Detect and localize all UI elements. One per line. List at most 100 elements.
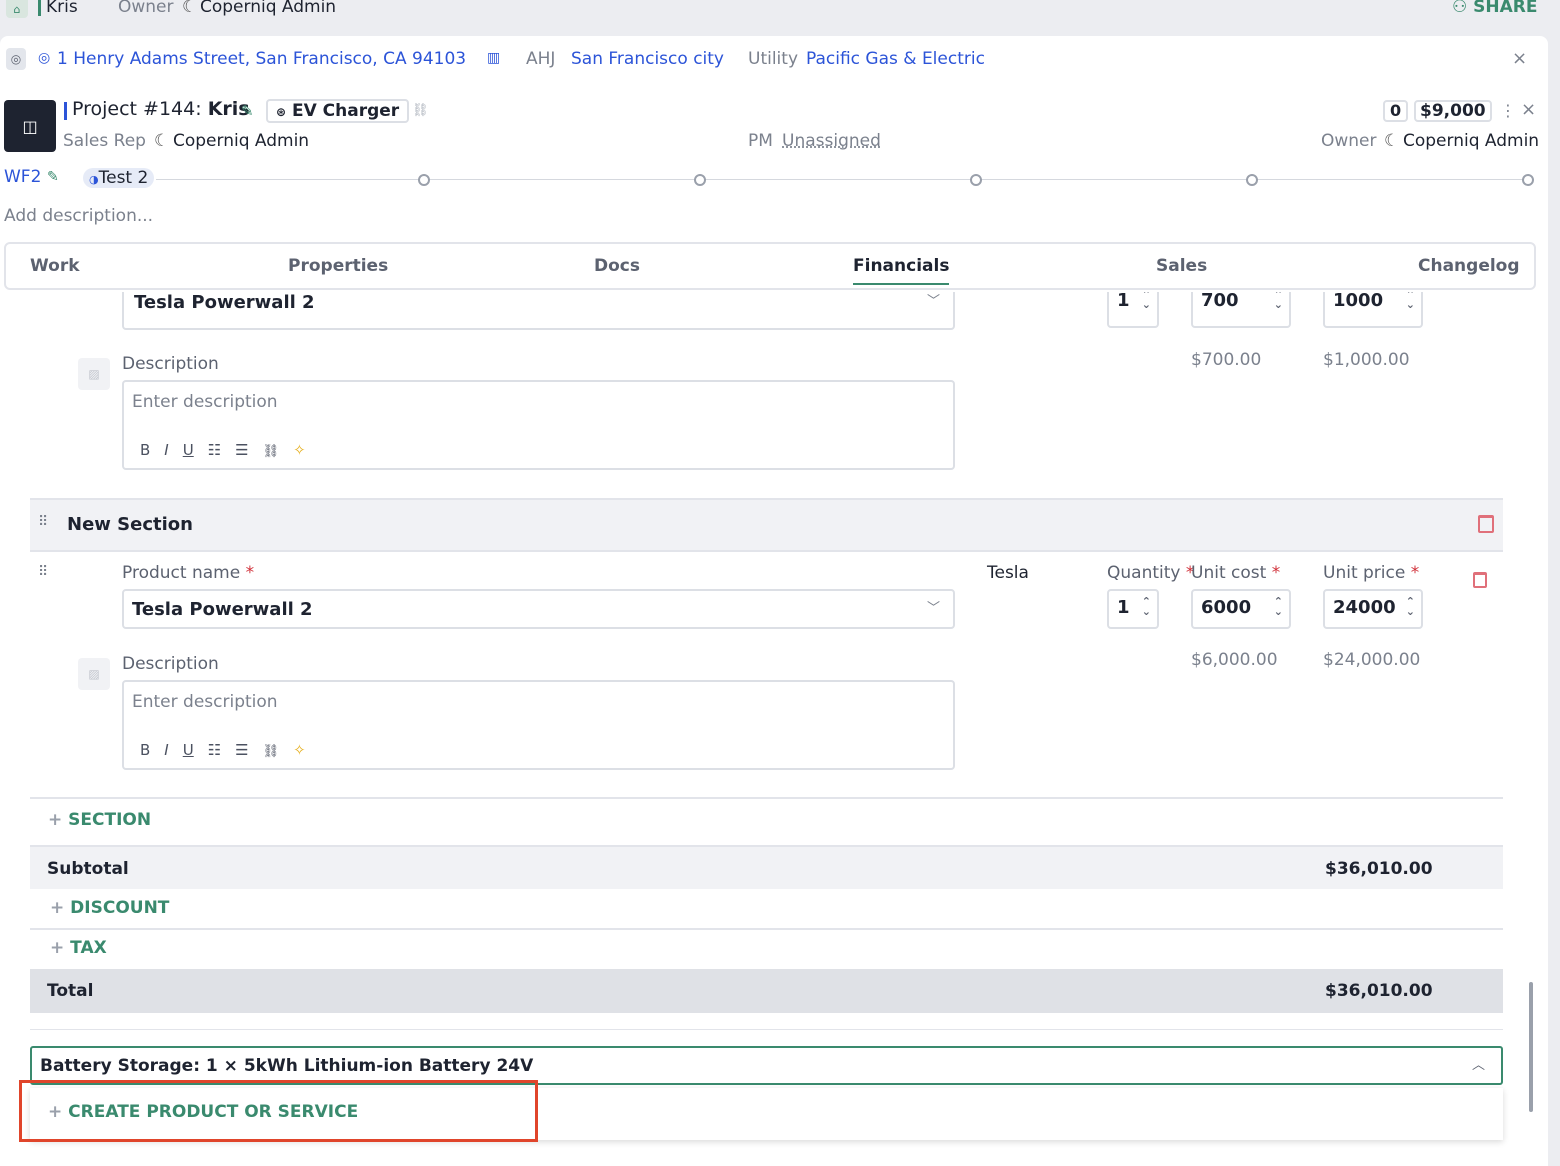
ahj-link[interactable]: San Francisco city [571, 49, 724, 69]
add-section-button[interactable]: + SECTION [48, 810, 151, 830]
chevron-up-icon[interactable]: ︿ [1472, 1054, 1485, 1073]
stepper-arrows-icon[interactable]: ⌃ ⌄ [1142, 292, 1151, 310]
sales-rep-name[interactable]: Coperniq Admin [173, 131, 309, 151]
plus-icon: + [48, 1102, 63, 1122]
tab-properties[interactable]: Properties [288, 256, 388, 276]
pm-value[interactable]: Unassigned [782, 131, 881, 151]
stepper-arrows-icon[interactable]: ⌃ ⌄ [1406, 596, 1415, 617]
stage-pill[interactable]: ◑Test 2 [83, 168, 155, 188]
quantity-stepper[interactable]: 1 ⌃ ⌄ [1107, 589, 1159, 629]
unit-cost-label: Unit cost * [1191, 563, 1281, 583]
map-icon[interactable]: ▥ [487, 50, 500, 66]
underline-icon[interactable]: U [183, 741, 194, 759]
divider [30, 797, 1503, 799]
project-color-bar [38, 0, 41, 16]
section-title[interactable]: New Section [67, 514, 193, 535]
address-link[interactable]: 1 Henry Adams Street, San Francisco, CA … [57, 49, 466, 69]
plus-icon: + [50, 938, 65, 958]
description-label: Description [122, 654, 219, 674]
project-type-icon: ◫ [4, 100, 56, 152]
add-discount-button[interactable]: + DISCOUNT [50, 898, 169, 918]
drag-handle-icon[interactable]: ⠿ [38, 514, 48, 530]
stepper-arrows-icon[interactable]: ⌃ ⌄ [1406, 292, 1415, 310]
product-select[interactable]: Tesla Powerwall 2 ﹀ [122, 589, 955, 629]
add-description[interactable]: Add description... [4, 206, 153, 226]
stage-progress-icon: ◑ [89, 173, 99, 186]
stepper-arrows-icon[interactable]: ⌃ ⌄ [1142, 596, 1151, 617]
tab-sales[interactable]: Sales [1156, 256, 1207, 276]
bold-icon[interactable]: B [140, 441, 150, 459]
scrollbar[interactable] [1529, 982, 1533, 1112]
copy-link-icon[interactable]: ⛓ [412, 103, 429, 118]
ordered-list-icon[interactable]: ☷ [208, 441, 221, 459]
bullet-list-icon[interactable]: ☰ [235, 741, 248, 759]
close-address-icon[interactable]: × [1512, 48, 1527, 69]
workflow-stage-dot[interactable] [694, 174, 706, 186]
quantity-label: Quantity * [1107, 563, 1195, 583]
unit-price-input[interactable]: 1000 ⌃ ⌄ [1323, 292, 1423, 328]
underline-icon[interactable]: U [183, 441, 194, 459]
workflow-stage-dot[interactable] [418, 174, 430, 186]
owner-avatar-icon: ☾ [182, 0, 198, 17]
workflow-stage-dot[interactable] [1522, 174, 1534, 186]
owner-name-header[interactable]: Coperniq Admin [1403, 131, 1539, 151]
total-row: Total $36,010.00 [30, 969, 1503, 1013]
cost-total: $6,000.00 [1191, 650, 1278, 670]
italic-icon[interactable]: I [164, 741, 168, 759]
bold-icon[interactable]: B [140, 741, 150, 759]
edit-workflow-icon[interactable]: ✎ [47, 169, 59, 185]
add-tax-button[interactable]: + TAX [50, 938, 107, 958]
stepper-arrows-icon[interactable]: ⌃ ⌄ [1274, 596, 1283, 617]
location-pin-icon: ◎ [6, 48, 26, 70]
ahj-label: AHJ [526, 49, 556, 69]
tab-work[interactable]: Work [30, 256, 80, 276]
stepper-arrows-icon[interactable]: ⌃ ⌄ [1274, 292, 1283, 310]
chevron-down-icon: ﹀ [927, 294, 941, 309]
image-placeholder-icon[interactable]: ▨ [78, 658, 110, 690]
description-editor[interactable]: Enter description B I U ☷ ☰ ⛓ ✧ [122, 680, 955, 770]
close-project-icon[interactable]: × [1521, 99, 1536, 120]
project-tag[interactable]: ⊛ EV Charger [266, 99, 410, 123]
delete-section-icon[interactable] [1478, 515, 1494, 533]
magic-icon[interactable]: ✧ [293, 441, 306, 459]
tab-bar: Work Properties Docs Financials Sales Ch… [4, 242, 1536, 290]
workflow-stage-dot[interactable] [1246, 174, 1258, 186]
quantity-stepper[interactable]: 1 ⌃ ⌄ [1107, 292, 1159, 328]
sales-rep-avatar-icon: ☾ [154, 131, 170, 151]
total-value: $36,010.00 [1325, 981, 1433, 1001]
link-icon[interactable]: ⛓ [263, 744, 280, 759]
description-label: Description [122, 354, 219, 374]
workflow-stage-dot[interactable] [970, 174, 982, 186]
tab-changelog[interactable]: Changelog [1418, 256, 1520, 276]
ordered-list-icon[interactable]: ☷ [208, 741, 221, 759]
bullet-list-icon[interactable]: ☰ [235, 441, 248, 459]
tab-financials[interactable]: Financials [853, 256, 950, 285]
share-button[interactable]: ⚇ SHARE [1452, 0, 1538, 17]
unit-cost-input[interactable]: 6000 ⌃ ⌄ [1191, 589, 1291, 629]
item-count-badge: 0 [1383, 100, 1409, 122]
tab-docs[interactable]: Docs [594, 256, 640, 276]
italic-icon[interactable]: I [164, 441, 168, 459]
workflow-name[interactable]: WF2 [4, 167, 41, 187]
drag-handle-icon[interactable]: ⠿ [38, 564, 48, 580]
owner-avatar-header-icon: ☾ [1384, 131, 1400, 151]
share-icon: ⚇ [1452, 0, 1468, 17]
more-menu-icon[interactable]: ⋮ [1500, 101, 1516, 120]
delete-item-icon[interactable] [1473, 572, 1487, 588]
description-editor[interactable]: Enter description B I U ☷ ☰ ⛓ ✧ [122, 380, 955, 470]
owner-name: Coperniq Admin [200, 0, 337, 17]
utility-link[interactable]: Pacific Gas & Electric [806, 49, 985, 69]
home-icon[interactable]: ⌂ [6, 0, 28, 18]
edit-title-icon[interactable]: ✎ [241, 102, 254, 120]
description-placeholder: Enter description [132, 692, 278, 712]
link-icon[interactable]: ⛓ [263, 444, 280, 459]
cost-total: $700.00 [1191, 350, 1262, 370]
create-product-button[interactable]: + CREATE PRODUCT OR SERVICE [48, 1102, 358, 1122]
magic-icon[interactable]: ✧ [293, 741, 306, 759]
unit-cost-input[interactable]: 700 ⌃ ⌄ [1191, 292, 1291, 328]
rich-text-toolbar: B I U ☷ ☰ ⛓ ✧ [140, 740, 320, 760]
product-select[interactable]: Tesla Powerwall 2 ﹀ [122, 292, 955, 330]
subtotal-row: Subtotal $36,010.00 [30, 845, 1503, 889]
image-placeholder-icon[interactable]: ▨ [78, 358, 110, 390]
unit-price-input[interactable]: 24000 ⌃ ⌄ [1323, 589, 1423, 629]
